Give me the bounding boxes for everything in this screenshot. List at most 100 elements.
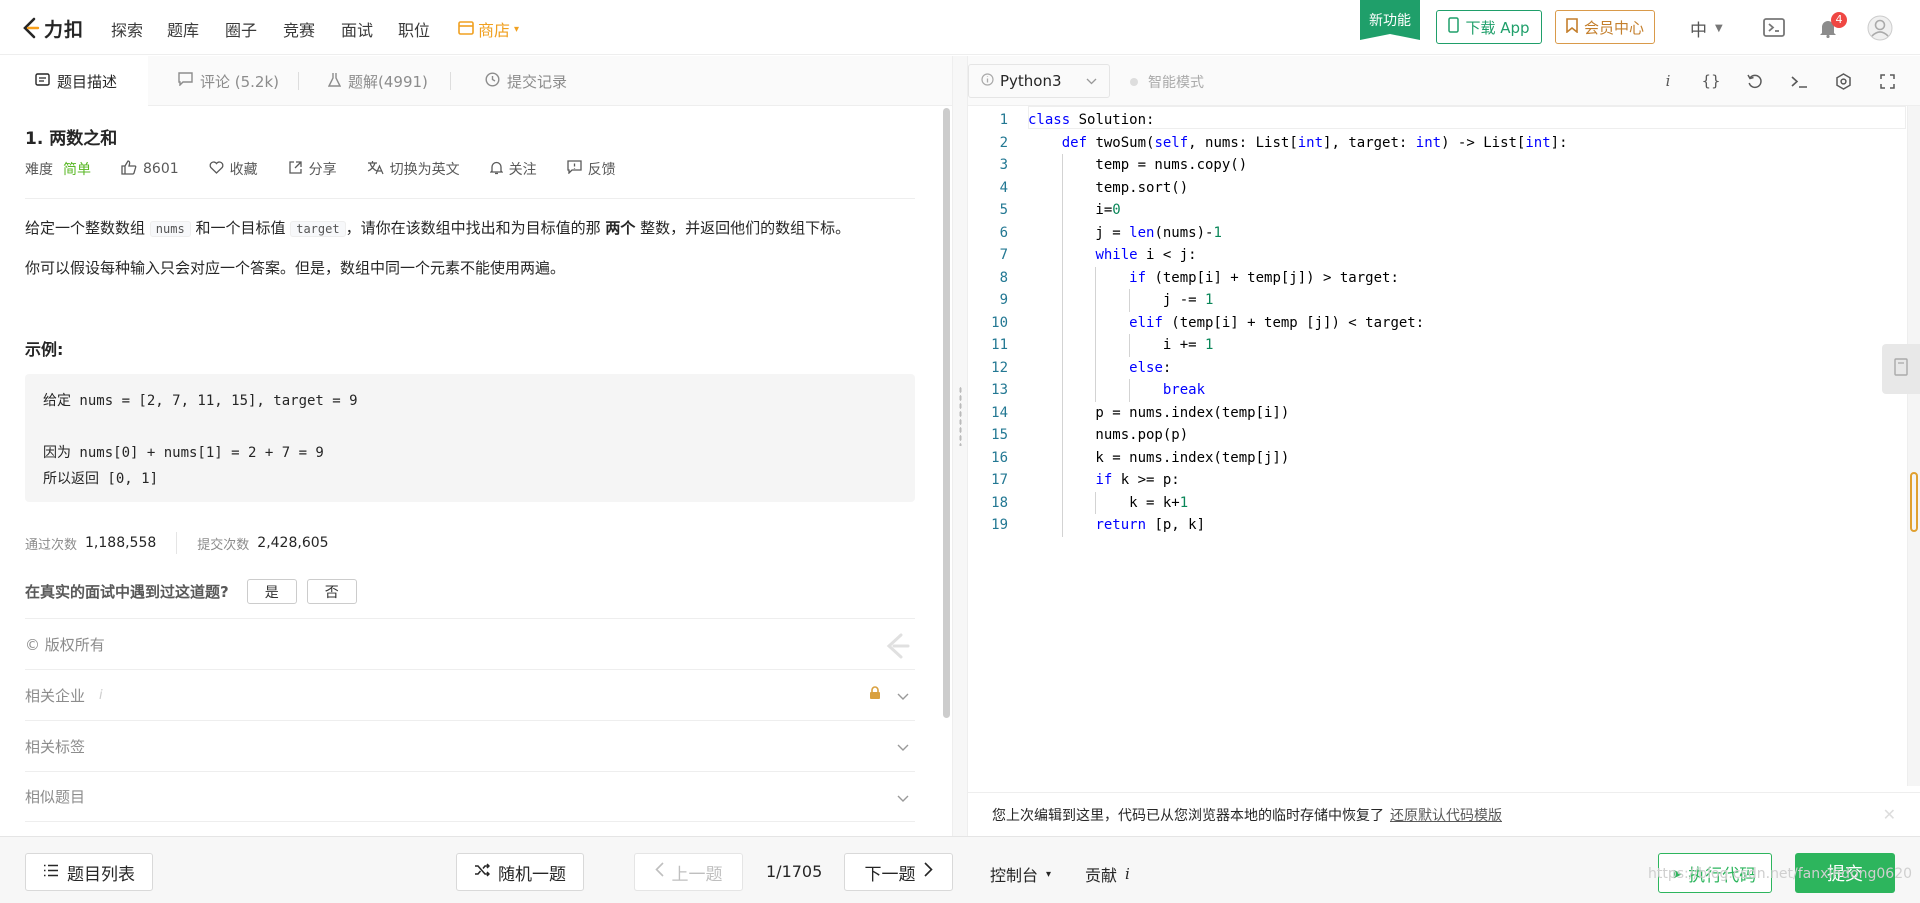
chevron-down-icon bbox=[1086, 74, 1097, 88]
tab-submissions[interactable]: 提交记录 bbox=[485, 56, 567, 106]
tab-description[interactable]: 题目描述 bbox=[0, 56, 148, 106]
line-number: 18 bbox=[991, 494, 1008, 511]
no-button[interactable]: 否 bbox=[306, 579, 357, 604]
restore-default-link[interactable]: 还原默认代码模版 bbox=[1390, 805, 1502, 825]
code-text: temp.sort() bbox=[1028, 179, 1189, 196]
tab-divider bbox=[450, 72, 451, 90]
nav-interview[interactable]: 面试 bbox=[341, 17, 373, 41]
code-text: return [p, k] bbox=[1095, 517, 1206, 533]
terminal-add-icon[interactable] bbox=[1762, 15, 1788, 41]
nav-contest[interactable]: 竞赛 bbox=[283, 17, 315, 41]
terminal-icon[interactable] bbox=[1788, 70, 1810, 92]
info-circle-icon bbox=[981, 72, 994, 90]
accepted-count: 1,188,558 bbox=[85, 535, 157, 551]
line-number: 9 bbox=[999, 292, 1008, 308]
code-text: elif (temp[i] + temp [j]) < target: bbox=[1129, 314, 1425, 331]
close-icon[interactable]: ✕ bbox=[1883, 805, 1896, 824]
code-line: 5 i=0 bbox=[968, 199, 1908, 222]
yes-button[interactable]: 是 bbox=[246, 579, 297, 604]
code-line: 2 def twoSum(self, nums: List[int], targ… bbox=[968, 132, 1908, 155]
problem-list-button[interactable]: 题目列表 bbox=[25, 853, 153, 891]
info-icon[interactable]: i bbox=[1657, 70, 1679, 92]
accordion-label: 相关标签 bbox=[25, 737, 86, 756]
tab-solutions-label: 题解(4991) bbox=[348, 72, 428, 91]
submissions-count: 2,428,605 bbox=[257, 535, 329, 551]
language-switcher[interactable]: 中 ▼ bbox=[1690, 16, 1723, 41]
indent-guide bbox=[1095, 266, 1097, 402]
left-panel-scrollbar[interactable] bbox=[943, 108, 950, 718]
random-problem-button[interactable]: 随机一题 bbox=[456, 853, 584, 891]
code-editor[interactable]: 1 class Solution: 2 def twoSum(self, nums:… bbox=[968, 106, 1908, 786]
code-text: break bbox=[1162, 382, 1206, 398]
switch-language-button[interactable]: 切换为英文 bbox=[367, 159, 460, 179]
next-problem-label: 下一题 bbox=[864, 864, 916, 885]
nav-explore[interactable]: 探索 bbox=[111, 17, 143, 41]
divider bbox=[176, 532, 178, 554]
divider bbox=[25, 198, 915, 199]
nav-problemset[interactable]: 题库 bbox=[167, 17, 199, 41]
next-problem-button[interactable]: 下一题 bbox=[844, 853, 953, 891]
feedback-label: 反馈 bbox=[587, 162, 616, 178]
vip-center-button[interactable]: 会员中心 bbox=[1555, 10, 1655, 44]
page-indicator: 1/1705 bbox=[766, 862, 823, 881]
heart-icon bbox=[209, 160, 224, 178]
shuffle-icon bbox=[474, 862, 491, 882]
line-number: 1 bbox=[999, 112, 1008, 128]
line-number: 16 bbox=[991, 449, 1008, 466]
feedback-button[interactable]: 反馈 bbox=[566, 159, 616, 179]
panel-splitter[interactable] bbox=[952, 56, 968, 836]
fullscreen-icon[interactable] bbox=[1876, 70, 1898, 92]
contribute-button[interactable]: 贡献 i bbox=[1085, 862, 1130, 886]
code-line: 9 j -= 1 bbox=[968, 289, 1908, 312]
code-text: j -= 1 bbox=[1028, 292, 1214, 308]
editor-scrollbar[interactable] bbox=[1907, 106, 1920, 786]
caret-down-icon: ▾ bbox=[1046, 868, 1052, 880]
console-toggle[interactable]: 控制台 ▾ bbox=[990, 862, 1051, 886]
code-line: 19 return [p, k] bbox=[968, 514, 1908, 537]
code-line: 11 i += 1 bbox=[968, 334, 1908, 357]
download-app-button[interactable]: 下载 App bbox=[1436, 10, 1542, 44]
code-line: 14 p = nums.index(temp[i]) bbox=[968, 402, 1908, 425]
accordion-similar-problems[interactable]: 相似题目 bbox=[25, 771, 915, 822]
example-line: 所以返回 [0, 1] bbox=[43, 471, 159, 487]
shop-icon bbox=[458, 20, 474, 39]
desc-text: 和一个目标值 bbox=[190, 219, 291, 237]
follow-button[interactable]: 关注 bbox=[489, 159, 537, 179]
tab-comments[interactable]: 评论 (5.2k) bbox=[178, 56, 279, 106]
bell-icon bbox=[489, 160, 504, 179]
reset-icon[interactable] bbox=[1744, 70, 1766, 92]
smart-mode-toggle[interactable]: 智能模式 bbox=[1130, 72, 1204, 92]
new-feature-badge[interactable]: 新功能 bbox=[1360, 0, 1420, 40]
language-select[interactable]: Python3 bbox=[968, 64, 1110, 98]
logo[interactable]: 力扣 bbox=[22, 14, 84, 42]
nav-circle[interactable]: 圈子 bbox=[225, 17, 257, 41]
prev-problem-button[interactable]: 上一题 bbox=[634, 853, 743, 891]
line-number: 15 bbox=[991, 427, 1008, 443]
submissions-label: 提交次数 bbox=[197, 537, 250, 553]
nav-jobs[interactable]: 职位 bbox=[398, 17, 430, 41]
share-button[interactable]: 分享 bbox=[288, 159, 337, 179]
line-number: 13 bbox=[991, 382, 1008, 398]
tab-submissions-label: 提交记录 bbox=[507, 72, 568, 91]
favorite-button[interactable]: 收藏 bbox=[209, 159, 258, 179]
description-paragraph-2: 你可以假设每种输入只会对应一个答案。但是，数组中同一个元素不能使用两遍。 bbox=[25, 259, 566, 277]
language-label: 中 bbox=[1690, 21, 1707, 41]
settings-icon[interactable] bbox=[1832, 70, 1854, 92]
line-number: 12 bbox=[991, 359, 1008, 376]
copyright-label: © 版权所有 bbox=[25, 635, 105, 654]
avatar-icon[interactable] bbox=[1867, 15, 1893, 41]
code-line: 4 temp.sort() bbox=[968, 177, 1908, 200]
braces-icon[interactable]: {} bbox=[1700, 70, 1722, 92]
example-heading: 示例: bbox=[25, 340, 64, 359]
nav-shop[interactable]: 商店 ▾ bbox=[458, 17, 519, 41]
tab-solutions[interactable]: 题解(4991) bbox=[327, 56, 428, 106]
example-line: 给定 nums = [2, 7, 11, 15], target = 9 bbox=[43, 393, 358, 409]
like-button[interactable]: 8601 bbox=[121, 159, 179, 179]
comment-icon bbox=[178, 72, 193, 90]
note-panel-handle[interactable] bbox=[1882, 344, 1920, 394]
accordion-related-tags[interactable]: 相关标签 bbox=[25, 720, 915, 771]
scrollbar-thumb[interactable] bbox=[1910, 472, 1918, 532]
example-line: 因为 nums[0] + nums[1] = 2 + 7 = 9 bbox=[43, 445, 324, 461]
line-number: 11 bbox=[991, 337, 1008, 353]
accordion-related-companies[interactable]: 相关企业 i bbox=[25, 669, 915, 720]
